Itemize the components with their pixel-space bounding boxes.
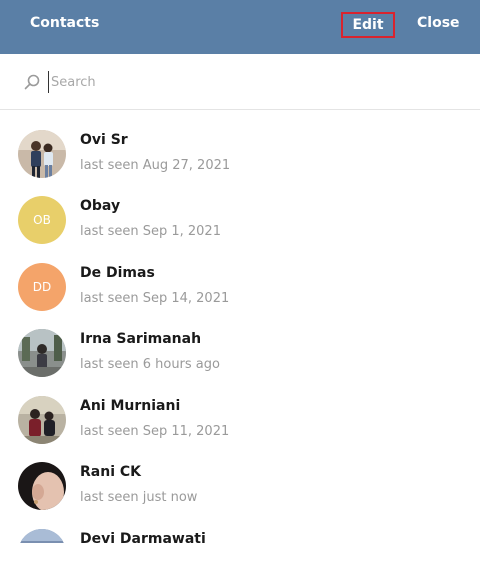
avatar xyxy=(18,396,66,444)
avatar xyxy=(18,130,66,178)
avatar-photo xyxy=(18,329,66,377)
contact-name: Obay xyxy=(80,198,121,214)
avatar-photo xyxy=(18,130,66,178)
contact-status: last seen Aug 27, 2021 xyxy=(80,158,231,173)
avatar-initials: DD xyxy=(32,280,52,294)
header-title: Contacts xyxy=(30,15,100,31)
contact-status: last seen 6 hours ago xyxy=(80,357,220,372)
contact-status: last seen Sep 1, 2021 xyxy=(80,224,221,239)
search-input[interactable] xyxy=(48,71,451,93)
contact-name: Devi Darmawati xyxy=(80,531,206,543)
contact-name: De Dimas xyxy=(80,265,155,281)
search-icon xyxy=(24,74,40,90)
avatar xyxy=(18,462,66,510)
avatar xyxy=(18,329,66,377)
avatar-photo xyxy=(18,529,66,543)
contact-item[interactable]: Ovi Sr last seen Aug 27, 2021 xyxy=(0,120,480,186)
contact-status: last seen just now xyxy=(80,490,198,505)
avatar-photo xyxy=(18,462,66,510)
contact-name: Irna Sarimanah xyxy=(80,331,202,347)
edit-button[interactable]: Edit xyxy=(341,12,395,38)
contact-name: Ani Murniani xyxy=(80,398,181,414)
contact-name: Rani CK xyxy=(80,464,141,480)
contact-item[interactable]: Irna Sarimanah last seen 6 hours ago xyxy=(0,319,480,385)
contacts-header: Contacts Edit Close xyxy=(0,0,480,54)
contact-status: last seen Sep 14, 2021 xyxy=(80,291,230,306)
avatar-initials: OB xyxy=(33,213,51,227)
avatar: DD xyxy=(18,263,66,311)
avatar xyxy=(18,529,66,543)
contact-item[interactable]: DD De Dimas last seen Sep 14, 2021 xyxy=(0,253,480,319)
contact-name: Ovi Sr xyxy=(80,132,128,148)
contact-status: last seen Sep 11, 2021 xyxy=(80,424,230,439)
contact-item[interactable]: OB Obay last seen Sep 1, 2021 xyxy=(0,186,480,252)
search-bar xyxy=(0,54,480,110)
avatar: OB xyxy=(18,196,66,244)
avatar-photo xyxy=(18,396,66,444)
contact-item[interactable]: Devi Darmawati xyxy=(0,519,480,543)
contact-item[interactable]: Rani CK last seen just now xyxy=(0,452,480,518)
close-button[interactable]: Close xyxy=(417,15,460,31)
contact-list: Ovi Sr last seen Aug 27, 2021 OB Obay la… xyxy=(0,110,480,543)
contact-item[interactable]: Ani Murniani last seen Sep 11, 2021 xyxy=(0,386,480,452)
